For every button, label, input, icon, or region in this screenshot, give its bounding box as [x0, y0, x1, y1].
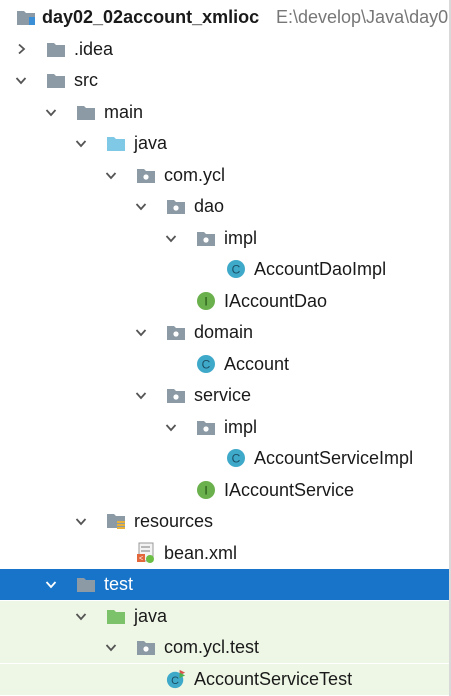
package-icon [136, 637, 156, 657]
tree-item-label: AccountServiceTest [194, 668, 353, 689]
chevron-down-icon[interactable] [134, 325, 148, 339]
tree-row[interactable]: impl [0, 412, 451, 443]
tree-row[interactable]: java [0, 600, 451, 632]
tree-row[interactable]: day02_02account_xmlioc E:\develop\Java\da… [0, 2, 451, 33]
class-icon: C [196, 354, 216, 374]
package-icon [166, 196, 186, 216]
class-icon: C [226, 259, 246, 279]
tree-item-label: test [104, 574, 134, 594]
package-icon [166, 322, 186, 342]
tree-row[interactable]: C AccountDaoImpl [0, 254, 451, 285]
xml-file-icon: < [136, 542, 156, 563]
svg-text:C: C [232, 452, 241, 466]
tree-row[interactable]: main [0, 97, 451, 128]
tree-item-label: dao [194, 196, 225, 216]
tree-item-label: AccountDaoImpl [254, 259, 387, 279]
folder-icon [76, 574, 96, 594]
chevron-down-icon[interactable] [74, 609, 88, 623]
chevron-down-icon[interactable] [74, 514, 88, 528]
tree-row[interactable]: test [0, 569, 451, 600]
tree-item-label: java [134, 133, 168, 153]
folder-icon [46, 39, 66, 59]
tree-item-label: domain [194, 322, 254, 342]
svg-text:I: I [204, 294, 207, 308]
tree-row[interactable]: com.ycl.test [0, 632, 451, 663]
tree-item-label: service [194, 385, 252, 405]
tree-item-label: impl [224, 416, 258, 437]
package-icon [196, 228, 216, 248]
package-icon [136, 165, 156, 185]
test-class-icon: C [166, 669, 186, 689]
interface-icon: I [196, 291, 216, 311]
tree-row[interactable]: java [0, 128, 451, 159]
chevron-down-icon[interactable] [134, 199, 148, 213]
interface-icon: I [196, 480, 216, 500]
tree-row[interactable]: I IAccountService [0, 475, 451, 506]
tree-item-label: IAccountDao [224, 290, 328, 311]
svg-text:I: I [204, 483, 207, 497]
svg-text:<: < [139, 555, 143, 562]
chevron-down-icon[interactable] [104, 640, 118, 654]
tree-row[interactable]: src [0, 65, 451, 96]
chevron-right-icon[interactable] [14, 42, 28, 56]
project-tree: day02_02account_xmlioc E:\develop\Java\da… [0, 0, 451, 696]
tree-row[interactable]: C AccountServiceTest [0, 663, 451, 695]
tree-row[interactable]: service [0, 380, 451, 411]
tree-row[interactable]: com.ycl [0, 160, 451, 191]
tree-row[interactable]: C Account [0, 349, 451, 380]
tree-row[interactable]: I IAccountDao [0, 286, 451, 317]
tree-row[interactable]: < bean.xml [0, 538, 451, 569]
svg-text:C: C [232, 263, 241, 277]
resources-folder-icon [106, 511, 126, 531]
class-icon: C [226, 448, 246, 468]
chevron-down-icon[interactable] [164, 420, 178, 434]
tree-item-label: com.ycl [164, 164, 226, 185]
tree-row[interactable]: impl [0, 223, 451, 254]
tree-item-label: resources [134, 511, 214, 531]
tree-row[interactable]: resources [0, 506, 451, 537]
tree-item-label: bean.xml [164, 542, 238, 563]
tree-item-label: day02_02account_xmlioc [42, 7, 260, 27]
chevron-down-icon[interactable] [14, 73, 28, 87]
chevron-down-icon[interactable] [104, 168, 118, 182]
chevron-down-icon[interactable] [134, 388, 148, 402]
project-path: E:\develop\Java\day0 [276, 7, 449, 27]
tree-row[interactable]: .idea [0, 34, 451, 65]
tree-item-label: main [104, 101, 144, 122]
chevron-down-icon[interactable] [44, 105, 58, 119]
module-icon [16, 7, 36, 27]
folder-icon [46, 70, 66, 90]
source-folder-icon [106, 133, 126, 153]
tree-item-label: Account [224, 353, 290, 374]
tree-item-label: IAccountService [224, 479, 355, 500]
package-icon [196, 417, 216, 437]
tree-item-label: .idea [74, 38, 114, 59]
tree-row[interactable]: domain [0, 317, 451, 348]
svg-text:C: C [202, 357, 211, 371]
tree-item-label: AccountServiceImpl [254, 448, 414, 468]
folder-icon [76, 102, 96, 122]
chevron-down-icon[interactable] [74, 136, 88, 150]
package-icon [166, 385, 186, 405]
chevron-down-icon[interactable] [164, 231, 178, 245]
tree-item-label: com.ycl.test [164, 637, 260, 657]
test-source-folder-icon [106, 606, 126, 626]
tree-row[interactable]: dao [0, 191, 451, 222]
tree-row[interactable]: C AccountServiceImpl [0, 443, 451, 474]
chevron-down-icon[interactable] [44, 577, 58, 591]
tree-item-label: src [74, 70, 98, 90]
tree-item-label: java [134, 605, 168, 626]
tree-item-label: impl [224, 227, 258, 248]
svg-text:C: C [171, 675, 179, 687]
